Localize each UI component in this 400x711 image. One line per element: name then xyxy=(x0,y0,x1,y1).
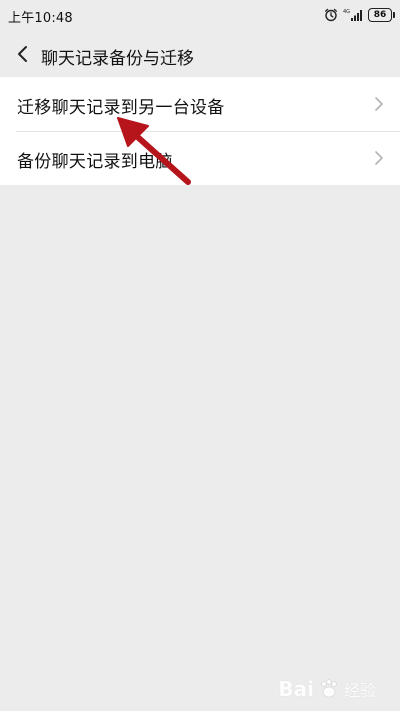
baidu-jingyan-watermark: Bai 经验 xyxy=(278,677,376,701)
status-bar: 上午10:48 4G 86 xyxy=(0,0,400,32)
list-item-label: 迁移聊天记录到另一台设备 xyxy=(17,98,225,118)
chevron-right-icon xyxy=(375,151,383,165)
watermark-suffix: 经验 xyxy=(343,681,376,700)
status-icons: 4G 86 xyxy=(324,6,395,24)
title-bar: 聊天记录备份与迁移 xyxy=(0,32,400,76)
alarm-clock-icon xyxy=(324,8,338,22)
list-item-label: 备份聊天记录到电脑 xyxy=(17,152,173,172)
menu-list: 迁移聊天记录到另一台设备 备份聊天记录到电脑 xyxy=(0,77,400,185)
status-time: 上午10:48 xyxy=(8,11,73,26)
backup-chat-to-pc-item[interactable]: 备份聊天记录到电脑 xyxy=(0,131,400,185)
battery-indicator: 86 xyxy=(368,8,395,22)
migrate-chat-history-item[interactable]: 迁移聊天记录到另一台设备 xyxy=(0,77,400,131)
page-title: 聊天记录备份与迁移 xyxy=(41,49,194,69)
network-type-label: 4G xyxy=(343,9,350,15)
chevron-left-icon xyxy=(18,46,27,62)
watermark-brand: Bai xyxy=(278,677,314,701)
back-button[interactable] xyxy=(8,40,36,68)
signal-bars-icon: 4G xyxy=(343,8,363,22)
paw-icon xyxy=(321,679,337,698)
chevron-right-icon xyxy=(375,97,383,111)
divider xyxy=(16,131,400,132)
